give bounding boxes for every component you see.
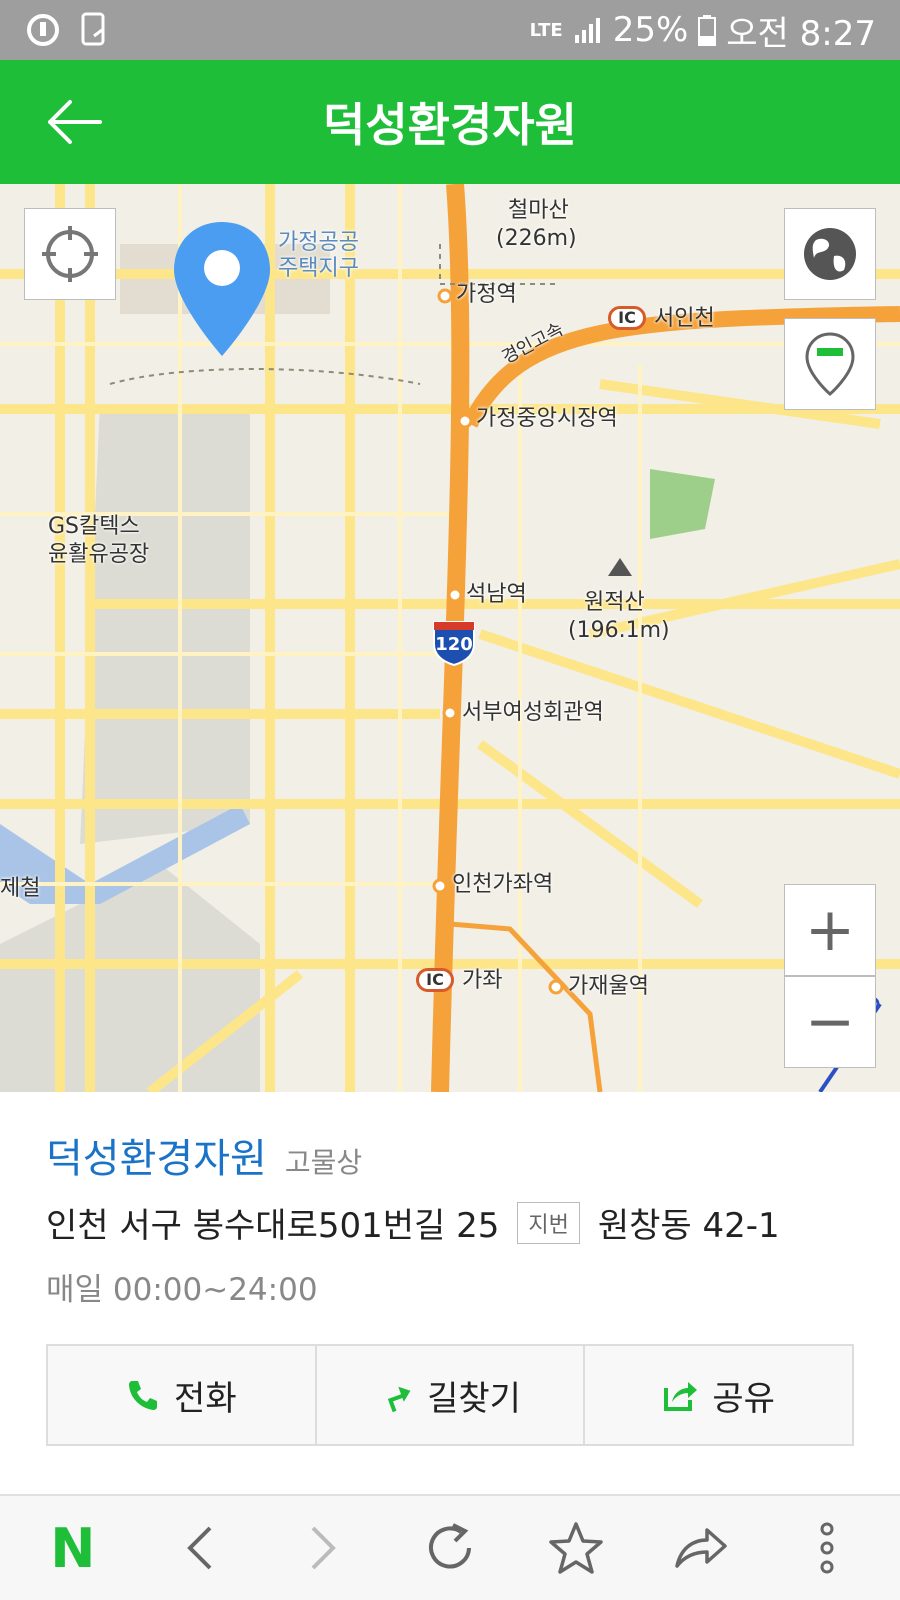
share-button[interactable]: 공유 <box>585 1346 852 1444</box>
call-button[interactable]: 전화 <box>48 1346 317 1444</box>
map-label: 석남역 <box>466 582 527 607</box>
signal-icon <box>574 18 600 43</box>
browser-forward-button[interactable] <box>284 1508 364 1588</box>
map-label: 원적산 <box>584 590 645 615</box>
back-button[interactable] <box>44 96 104 148</box>
plus-icon: + <box>804 895 856 965</box>
jibun-address: 원창동 42-1 <box>597 1206 780 1246</box>
jibun-badge: 지번 <box>517 1201 580 1244</box>
more-icon <box>820 1522 834 1574</box>
app-bar: 덕성환경자원 <box>0 60 900 184</box>
map-label: 서부여성회관역 <box>462 700 604 725</box>
arrow-left-icon <box>48 100 102 144</box>
directions-button[interactable]: 길찾기 <box>317 1346 586 1444</box>
route-number: 120 <box>435 634 473 655</box>
zoom-out-button[interactable]: − <box>784 976 876 1068</box>
battery-icon <box>698 15 717 46</box>
network-type: LTE <box>529 19 563 41</box>
location-marker[interactable] <box>172 220 272 360</box>
map-label: 제철 <box>0 876 41 901</box>
map-label: 주택지구 <box>278 256 359 281</box>
map-pin-icon <box>805 332 855 396</box>
battery-percent: 25% <box>612 10 689 50</box>
browser-back-button[interactable] <box>159 1508 239 1588</box>
call-label: 전화 <box>174 1378 237 1419</box>
road-address: 인천 서구 봉수대로501번길 25 <box>46 1206 500 1246</box>
map-type-button[interactable] <box>784 208 876 300</box>
globe-icon <box>804 228 856 280</box>
map-label: (196.1m) <box>568 618 670 643</box>
place-category: 고물상 <box>284 1146 363 1179</box>
phone-icon <box>129 1381 158 1410</box>
map-label: 윤활유공장 <box>48 542 150 567</box>
page-share-button[interactable] <box>661 1508 741 1588</box>
ic-badge: IC <box>608 306 646 330</box>
browser-toolbar: N <box>0 1494 900 1600</box>
map-label: (226m) <box>496 226 577 251</box>
refresh-button[interactable] <box>410 1508 490 1588</box>
my-location-button[interactable] <box>24 208 116 300</box>
place-name[interactable]: 덕성환경자원 <box>46 1126 267 1184</box>
route-shield: 120 <box>430 616 478 667</box>
refresh-icon <box>429 1523 471 1569</box>
star-icon <box>548 1522 603 1574</box>
map-label: 가정역 <box>456 282 517 307</box>
map-marker-icon <box>174 222 270 356</box>
directions-icon <box>387 1386 411 1412</box>
map-label: 철마산 <box>508 198 569 223</box>
status-bar: LTE 25% 오전 8:27 <box>0 0 900 60</box>
share-icon <box>664 1382 698 1411</box>
back-icon <box>186 1526 211 1570</box>
map-label: 가정중앙시장역 <box>476 406 618 431</box>
more-menu-button[interactable] <box>787 1508 867 1588</box>
map-label: 가좌 <box>462 968 503 993</box>
page-title: 덕성환경자원 <box>323 98 577 152</box>
map-label: 인천가좌역 <box>452 872 554 897</box>
action-buttons: 전화 길찾기 공유 <box>46 1344 854 1446</box>
naver-home-button[interactable]: N <box>33 1508 113 1588</box>
minus-icon: − <box>804 987 856 1057</box>
ic-badge: IC <box>416 968 454 992</box>
place-title-row: 덕성환경자원 고물상 <box>46 1126 362 1184</box>
share-arrow-icon <box>675 1528 728 1568</box>
bookmark-button[interactable] <box>536 1508 616 1588</box>
address-row: 인천 서구 봉수대로501번길 25 지번 원창동 42-1 <box>46 1198 780 1247</box>
business-hours: 매일 00:00~24:00 <box>46 1272 318 1308</box>
map-label: GS칼텍스 <box>48 514 140 539</box>
map-label: 서인천 <box>654 306 715 331</box>
layer-toggle-button[interactable] <box>784 318 876 410</box>
naver-logo-icon: N <box>50 1516 96 1580</box>
share-label: 공유 <box>712 1378 775 1419</box>
crosshair-icon <box>42 226 98 282</box>
u-plus-icon <box>27 14 59 46</box>
forward-icon <box>311 1526 337 1570</box>
clock: 오전 8:27 <box>726 13 876 54</box>
directions-label: 길찾기 <box>427 1378 521 1419</box>
device-update-icon <box>81 12 105 46</box>
place-info-panel: 덕성환경자원 고물상 인천 서구 봉수대로501번길 25 지번 원창동 42-… <box>0 1092 900 1494</box>
map-view[interactable]: 120 IC IC 철마산 (226m) 가정공공 주택지구 가정역 서인천 경… <box>0 184 900 1092</box>
map-label: 가재울역 <box>568 974 649 999</box>
zoom-in-button[interactable]: + <box>784 884 876 976</box>
map-label: 가정공공 <box>278 230 359 255</box>
